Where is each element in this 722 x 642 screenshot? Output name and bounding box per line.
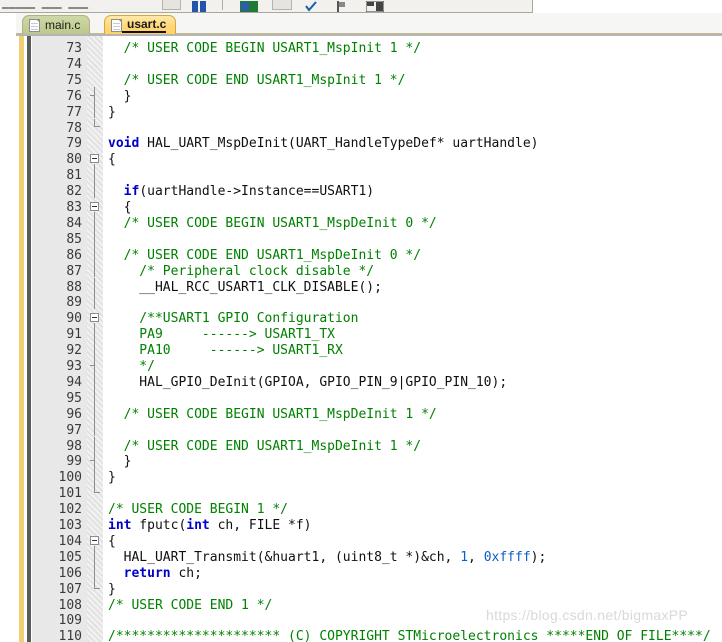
fold-line xyxy=(94,372,95,389)
fold-line xyxy=(94,102,95,119)
fold-line xyxy=(94,182,95,198)
fold-line xyxy=(94,166,95,183)
code-text: /********************* (C) COPYRIGHT STM… xyxy=(108,629,711,642)
code-editor-window: _____ ___ ___ main.c usart.c 73 /* USER … xyxy=(0,0,722,642)
toolbar-separator xyxy=(222,0,223,10)
fold-line xyxy=(94,404,95,421)
fold-line xyxy=(94,325,95,342)
fold-line xyxy=(94,484,95,493)
fold-line xyxy=(94,277,95,294)
code-line[interactable]: 110 /********************* (C) COPYRIGHT … xyxy=(16,627,722,642)
fold-collapse-icon[interactable] xyxy=(90,202,99,211)
fold-line xyxy=(94,341,95,357)
fold-line xyxy=(94,229,95,246)
fold-end-marker xyxy=(94,492,100,494)
tab-label: main.c xyxy=(45,18,81,32)
flag-icon[interactable] xyxy=(337,0,346,12)
fold-collapse-icon[interactable] xyxy=(90,154,99,164)
toolbar: _____ ___ ___ xyxy=(0,0,533,13)
fold-collapse-icon[interactable] xyxy=(90,313,99,323)
fold-line xyxy=(94,468,95,485)
c-file-icon xyxy=(29,18,40,32)
tab-main-c[interactable]: main.c xyxy=(22,15,91,34)
window-icon[interactable] xyxy=(272,0,292,10)
c-file-icon xyxy=(111,18,122,32)
panel-icon[interactable] xyxy=(162,0,181,10)
fold-line xyxy=(94,547,95,564)
editor-surface[interactable]: 73 /* USER CODE BEGIN USART1_MspInit 1 *… xyxy=(16,34,722,642)
columns-icon[interactable] xyxy=(192,0,208,12)
fold-tick-marker xyxy=(90,94,95,96)
toolbar-truncated-label: _____ ___ ___ xyxy=(2,0,89,9)
fold-end-marker xyxy=(94,126,100,128)
fold-line xyxy=(94,213,95,230)
grid-icon[interactable] xyxy=(365,0,385,12)
build-icon[interactable] xyxy=(240,0,258,12)
fold-line xyxy=(94,436,95,453)
tab-label: usart.c xyxy=(122,17,167,33)
fold-line xyxy=(94,388,95,405)
fold-line xyxy=(94,245,95,262)
fold-tick-marker xyxy=(90,460,95,462)
fold-end-marker xyxy=(94,587,100,589)
fold-tick-marker xyxy=(90,364,95,366)
line-number: 110 xyxy=(58,629,82,642)
tab-usart-c[interactable]: usart.c xyxy=(104,15,177,34)
fold-line xyxy=(94,118,95,127)
fold-line xyxy=(94,420,95,437)
editor-tab-bar: main.c usart.c xyxy=(16,13,722,34)
fold-line xyxy=(94,579,95,588)
check-icon[interactable] xyxy=(305,0,317,12)
fold-line xyxy=(94,563,95,580)
fold-line xyxy=(94,261,95,278)
fold-collapse-icon[interactable] xyxy=(90,535,99,545)
fold-line xyxy=(94,293,95,310)
